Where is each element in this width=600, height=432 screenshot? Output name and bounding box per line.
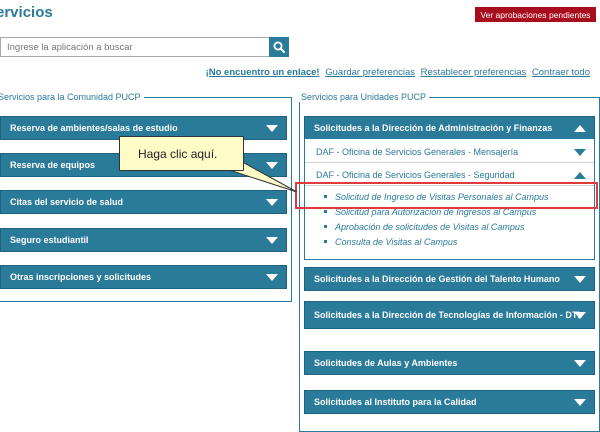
tooltip: Haga clic aquí. <box>119 136 244 171</box>
accordion-label: Solicitudes de Aulas y Ambientes <box>314 358 458 368</box>
chevron-down-icon <box>266 237 278 244</box>
accordion-dti[interactable]: Solicitudes a la Dirección de Tecnología… <box>304 301 595 329</box>
preferences-links: ¡No encuentro un enlace! Guardar prefere… <box>203 67 590 78</box>
save-preferences-link[interactable]: Guardar preferencias <box>325 67 415 78</box>
link-aprobacion-visitas[interactable]: Aprobación de solicitudes de Visitas al … <box>316 220 548 235</box>
community-services-legend: Servicios para la Comunidad PUCP <box>0 92 141 102</box>
collapse-all-link[interactable]: Contraer todo <box>532 67 590 78</box>
tooltip-text: Haga clic aquí. <box>138 146 218 161</box>
chevron-down-icon <box>266 199 278 206</box>
search-button[interactable] <box>269 37 289 57</box>
link-consulta-visitas[interactable]: Consulta de Visitas al Campus <box>316 235 548 250</box>
chevron-up-icon <box>574 125 586 132</box>
accordion-student-insurance[interactable]: Seguro estudiantil <box>0 228 287 252</box>
accordion-label: Reserva de equipos <box>10 160 96 170</box>
accordion-daf-open[interactable]: Solicitudes a la Dirección de Administra… <box>304 116 595 140</box>
seguridad-links: Solicitud de Ingreso de Visitas Personal… <box>316 190 548 250</box>
search-icon <box>273 41 285 53</box>
chevron-up-icon <box>574 171 586 179</box>
chevron-down-icon <box>574 148 586 156</box>
units-services-legend: Servicios para Unidades PUCP <box>301 92 427 102</box>
chevron-down-icon <box>266 162 278 169</box>
accordion-other-registrations[interactable]: Otras inscripciones y solicitudes <box>0 265 287 289</box>
link-autorizacion-ingresos[interactable]: Solicitud para Autorización de Ingresos … <box>316 205 548 220</box>
chevron-down-icon <box>266 274 278 281</box>
sub-accordion-label: DAF - Oficina de Servicios Generales - S… <box>316 169 515 180</box>
accordion-aulas[interactable]: Solicitudes de Aulas y Ambientes <box>304 351 595 375</box>
chevron-down-icon <box>266 125 278 132</box>
chevron-down-icon <box>574 399 586 406</box>
link-visitas-personales[interactable]: Solicitud de Ingreso de Visitas Personal… <box>316 190 548 205</box>
pending-approvals-button[interactable]: Ver aprobaciones pendientes <box>475 7 596 22</box>
accordion-health-appointments[interactable]: Citas del servicio de salud <box>0 190 287 214</box>
search-input[interactable] <box>0 37 269 57</box>
accordion-label: Otras inscripciones y solicitudes <box>10 272 152 282</box>
not-found-link[interactable]: ¡No encuentro un enlace! <box>206 67 320 78</box>
chevron-down-icon <box>574 312 586 319</box>
sub-accordion-seguridad[interactable]: DAF - Oficina de Servicios Generales - S… <box>305 164 594 186</box>
accordion-label: Seguro estudiantil <box>10 235 89 245</box>
page-title: ervicios <box>0 4 53 21</box>
accordion-label: Solicitudes a la Dirección de Administra… <box>314 123 553 133</box>
accordion-talento-humano[interactable]: Solicitudes a la Dirección de Gestión de… <box>304 267 595 291</box>
daf-content: DAF - Oficina de Servicios Generales - M… <box>304 139 595 260</box>
reset-preferences-link[interactable]: Restablecer preferencias <box>421 67 527 78</box>
sub-accordion-mensajeria[interactable]: DAF - Oficina de Servicios Generales - M… <box>305 141 594 163</box>
accordion-label: Solicitudes a la Dirección de Gestión de… <box>314 274 560 284</box>
sub-accordion-label: DAF - Oficina de Servicios Generales - M… <box>316 146 519 157</box>
accordion-label: Reserva de ambientes/salas de estudio <box>10 123 178 133</box>
accordion-label: Solicitudes a la Dirección de Tecnología… <box>314 310 580 320</box>
chevron-down-icon <box>574 276 586 283</box>
accordion-label: Solicitudes al Instituto para la Calidad <box>314 397 477 407</box>
accordion-label: Citas del servicio de salud <box>10 197 124 207</box>
chevron-down-icon <box>574 360 586 367</box>
accordion-calidad[interactable]: Solicitudes al Instituto para la Calidad <box>304 390 595 414</box>
